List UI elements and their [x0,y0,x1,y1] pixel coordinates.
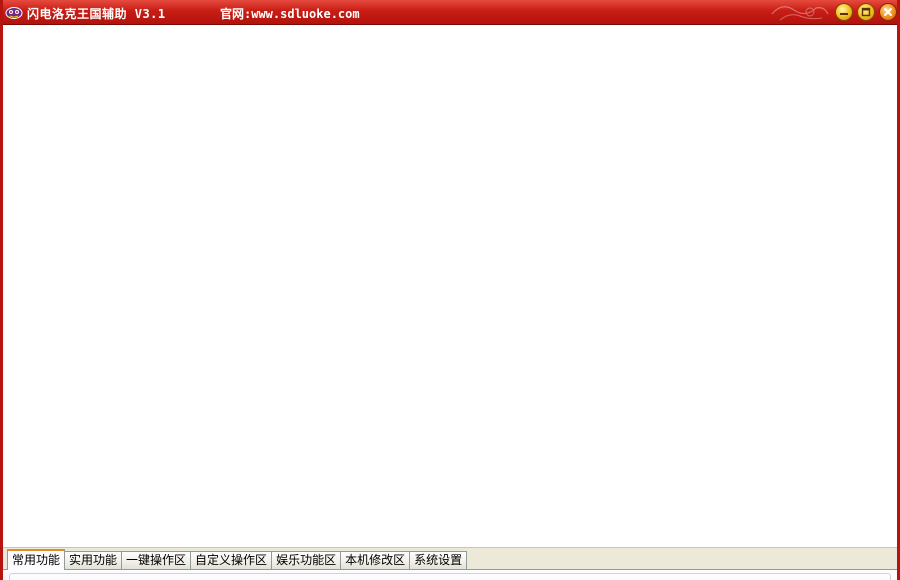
maximize-icon [861,7,871,17]
window-title: 闪电洛克王国辅助 V3.1 [27,7,166,21]
close-icon [884,8,892,16]
tab-one-click-operations[interactable]: 一键操作区 [121,551,192,569]
tab-system-settings[interactable]: 系统设置 [409,551,468,569]
tab-bar: 常用功能 实用功能 一键操作区 自定义操作区 娱乐功能区 本机修改区 系统设置 [3,547,897,570]
minimize-button[interactable] [835,3,853,21]
title-ornament [771,6,829,21]
tab-list: 常用功能 实用功能 一键操作区 自定义操作区 娱乐功能区 本机修改区 系统设置 [7,549,468,570]
website-label: 官网:www.sdluoke.com [220,7,360,21]
app-window: 闪电洛克王国辅助 V3.1 官网:www.sdluoke.com 常用功能 实用… [0,0,900,580]
main-content-area [3,25,897,547]
title-bar[interactable]: 闪电洛克王国辅助 V3.1 官网:www.sdluoke.com [3,0,897,25]
tab-panel [3,569,897,580]
tab-panel-groupbox [9,573,891,580]
tab-custom-operations[interactable]: 自定义操作区 [190,551,273,569]
app-logo-icon [5,7,23,19]
tab-local-modification[interactable]: 本机修改区 [340,551,411,569]
tab-entertainment[interactable]: 娱乐功能区 [271,551,342,569]
tab-common-functions[interactable]: 常用功能 [7,549,66,570]
tab-practical-functions[interactable]: 实用功能 [64,551,123,569]
minimize-icon [840,13,848,15]
maximize-button[interactable] [857,3,875,21]
close-button[interactable] [879,3,897,21]
